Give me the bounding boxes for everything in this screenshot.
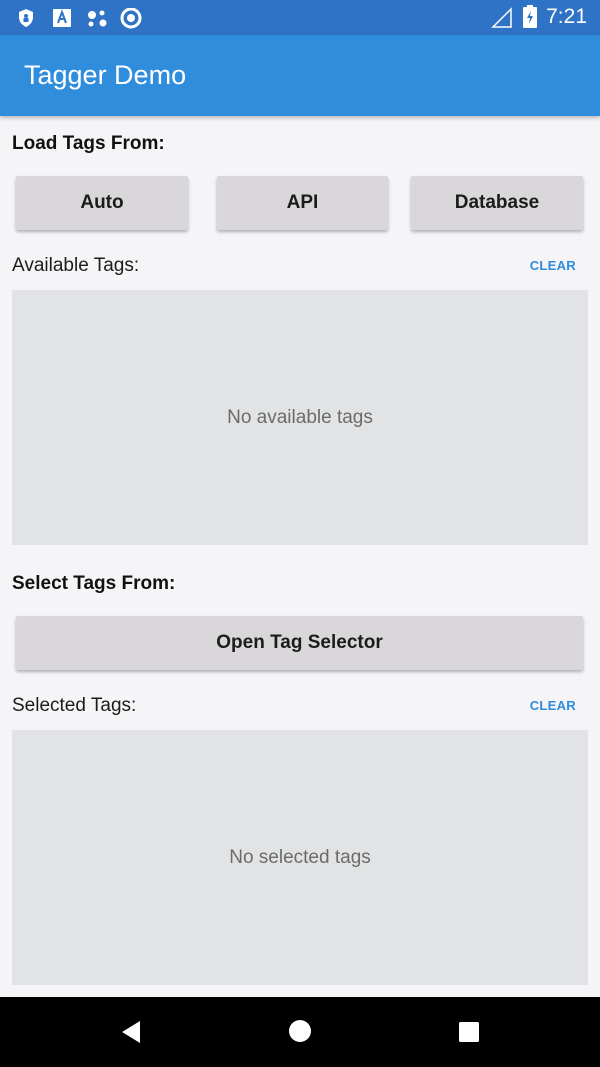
battery-charging-icon (522, 5, 538, 34)
api-button[interactable]: API (217, 176, 388, 230)
back-icon[interactable] (120, 1020, 142, 1049)
home-icon[interactable] (288, 1019, 312, 1048)
selected-empty-text: No selected tags (229, 846, 371, 868)
available-empty-text: No available tags (227, 406, 373, 428)
app-bar: Tagger Demo (0, 35, 600, 116)
selected-tags-panel: No selected tags (12, 730, 588, 985)
selected-tags-label: Selected Tags: (12, 695, 137, 716)
navigation-bar (0, 997, 600, 1067)
select-tags-heading: Select Tags From: (12, 573, 176, 594)
status-bar: 7:21 (0, 0, 600, 35)
available-tags-panel: No available tags (12, 290, 588, 545)
clear-selected-button[interactable]: CLEAR (530, 698, 576, 713)
circle-icon (120, 7, 142, 35)
load-tags-heading: Load Tags From: (12, 133, 165, 154)
open-tag-selector-button[interactable]: Open Tag Selector (16, 616, 583, 670)
assistant-icon (85, 8, 109, 33)
database-button[interactable]: Database (411, 176, 583, 230)
recents-icon[interactable] (458, 1021, 480, 1048)
shield-icon (17, 8, 35, 33)
auto-button[interactable]: Auto (16, 176, 188, 230)
no-signal-icon (491, 7, 513, 34)
app-title: Tagger Demo (24, 60, 187, 90)
clear-available-button[interactable]: CLEAR (530, 258, 576, 273)
available-tags-label: Available Tags: (12, 255, 140, 276)
status-time: 7:21 (546, 5, 587, 28)
font-icon (52, 8, 72, 33)
